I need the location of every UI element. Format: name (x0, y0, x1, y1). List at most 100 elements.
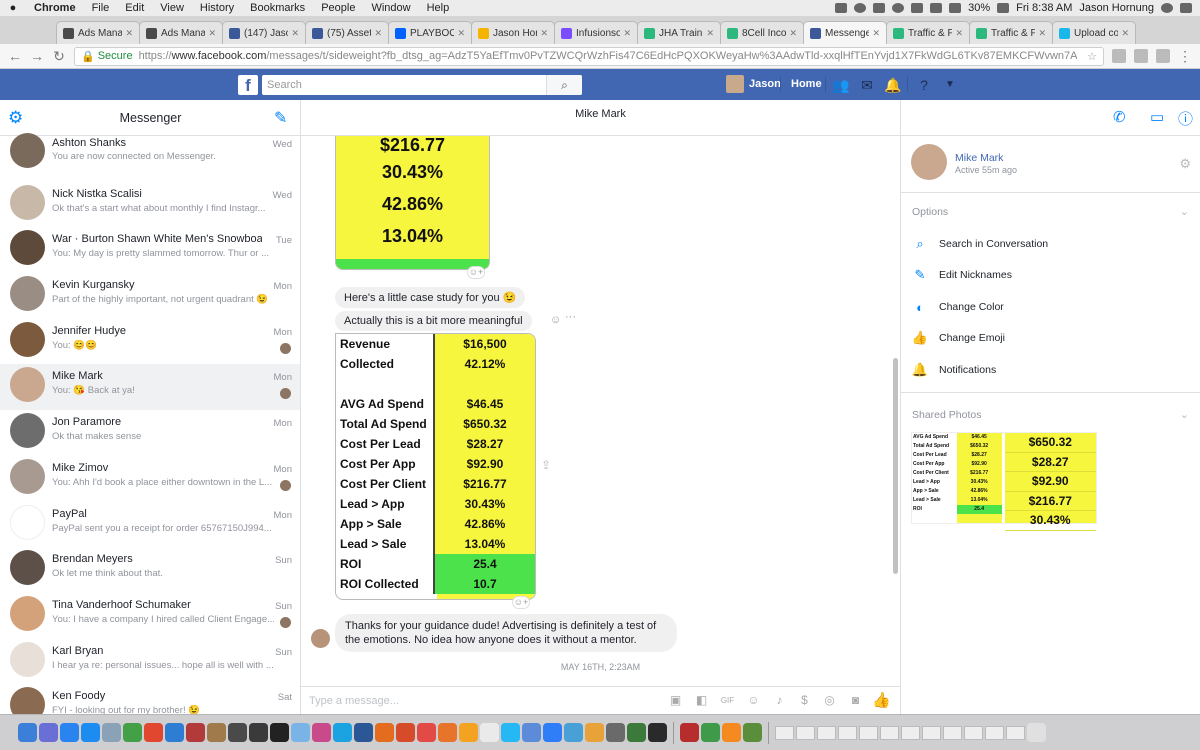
close-icon[interactable]: ✕ (457, 28, 465, 39)
dock-app-icon[interactable] (81, 723, 100, 742)
message-bubble[interactable]: Thanks for your guidance dude! Advertisi… (335, 614, 677, 652)
option-change-color[interactable]: ◐ Change Color (911, 297, 1004, 317)
extension-icon[interactable] (1134, 49, 1148, 63)
share-icon[interactable]: ⇪ (541, 458, 551, 472)
dock-app-icon[interactable] (39, 723, 58, 742)
tab-traffic-fu[interactable]: Traffic & Fu✕ (969, 21, 1053, 44)
chat-scrollbar[interactable] (893, 358, 898, 574)
menu-history[interactable]: History (192, 2, 242, 14)
dock-app-icon[interactable] (60, 723, 79, 742)
dock-app-icon[interactable] (186, 723, 205, 742)
close-icon[interactable]: ✕ (623, 28, 631, 39)
close-icon[interactable]: ✕ (706, 28, 714, 39)
clock-text[interactable]: Fri 8:38 AM (1016, 2, 1072, 14)
conversation-item[interactable]: Karl Bryan I hear ya re: personal issues.… (0, 639, 300, 685)
more-options-icon[interactable]: ··· (565, 311, 576, 323)
payment-icon[interactable]: $ (796, 692, 813, 709)
conversation-item[interactable]: Ken Foody FYI - looking out for my brothe… (0, 684, 300, 714)
search-icon[interactable]: ⌕ (546, 75, 582, 95)
dock-window-thumbnail[interactable] (922, 725, 941, 740)
gif-icon[interactable]: GIF (719, 692, 736, 709)
dock-app-icon[interactable] (18, 723, 37, 742)
dock-app-icon[interactable] (543, 723, 562, 742)
dock-window-thumbnail[interactable] (775, 725, 794, 740)
tab-upload-con[interactable]: Upload con✕ (1052, 21, 1136, 44)
close-icon[interactable]: ✕ (125, 28, 133, 39)
bookmark-star-icon[interactable]: ☆ (1081, 50, 1097, 63)
tab-ads-manag[interactable]: Ads Manag✕ (56, 21, 140, 44)
extension-icon[interactable] (1112, 49, 1126, 63)
dock-app-icon[interactable] (606, 723, 625, 742)
account-menu-chevron-down-icon[interactable]: ▼ (941, 76, 959, 94)
thumbs-up-icon[interactable]: 👍 (872, 692, 891, 709)
facebook-logo-icon[interactable]: f (238, 75, 258, 95)
message-bubble[interactable]: Actually this is a bit more meaningful (335, 311, 532, 331)
menu-help[interactable]: Help (419, 2, 458, 14)
dock-app-icon[interactable] (722, 723, 741, 742)
conversation-item[interactable]: Ashton Shanks You are now connected on Me… (0, 133, 300, 182)
dock-app-icon[interactable] (249, 723, 268, 742)
chevron-down-icon[interactable]: ⌄ (1180, 205, 1189, 218)
dock-app-icon[interactable] (228, 723, 247, 742)
tab-ads-manag[interactable]: Ads Manag✕ (139, 21, 223, 44)
tab-8cell-incon[interactable]: 8Cell Incon✕ (720, 21, 804, 44)
dock-window-thumbnail[interactable] (1006, 725, 1025, 740)
evernote-icon[interactable] (873, 3, 886, 13)
conversation-item[interactable]: Mike Zimov You: Ahh I'd book a place eith… (0, 456, 300, 502)
shared-spreadsheet-image[interactable]: Revenue $16,500 Collected 42.12% AVG Ad Spen… (335, 333, 536, 600)
tab--147-jason[interactable]: (147) Jason✕ (222, 21, 306, 44)
dock-app-icon[interactable] (627, 723, 646, 742)
dock-app-icon[interactable] (680, 723, 699, 742)
tab-jha-trainin[interactable]: JHA Trainin✕ (637, 21, 721, 44)
dock-window-thumbnail[interactable] (796, 725, 815, 740)
contact-name[interactable]: Mike Mark (955, 152, 1003, 164)
tab-jason-horn[interactable]: Jason Horn✕ (471, 21, 555, 44)
friend-requests-icon[interactable]: 👥 (832, 76, 850, 94)
shared-image-metrics[interactable]: $216.77 30.43% 42.86% 13.04% (335, 136, 490, 270)
battery-icon[interactable] (997, 3, 1010, 13)
camera-icon[interactable]: ◙ (847, 692, 864, 709)
dock-app-icon[interactable] (333, 723, 352, 742)
bluetooth-icon[interactable] (930, 3, 943, 13)
dock-app-icon[interactable] (585, 723, 604, 742)
close-icon[interactable]: ✕ (374, 28, 382, 39)
dock-window-thumbnail[interactable] (859, 725, 878, 740)
option-notifications[interactable]: 🔔 Notifications (911, 360, 996, 380)
tab-playbook[interactable]: PLAYBOOK✕ (388, 21, 472, 44)
dock-app-icon[interactable] (144, 723, 163, 742)
info-icon[interactable]: ⓘ (1178, 108, 1193, 129)
volume-icon[interactable] (911, 3, 924, 13)
dock-app-icon[interactable] (165, 723, 184, 742)
dock-app-icon[interactable] (417, 723, 436, 742)
messenger-icon[interactable]: ✉ (858, 76, 876, 94)
profile-link[interactable]: Jason (726, 75, 781, 93)
dropbox-icon[interactable] (835, 3, 848, 13)
dock-app-icon[interactable] (375, 723, 394, 742)
dock-app-icon[interactable] (459, 723, 478, 742)
option-change-emoji[interactable]: 👍 Change Emoji (911, 328, 1005, 348)
emoji-icon[interactable]: ☺ (745, 692, 762, 709)
shared-photo-thumbnail[interactable]: AVG Ad Spend Total Ad Spend Cost Per Lead C… (911, 432, 1097, 531)
conversation-item[interactable]: PayPal PayPal sent you a receipt for orde… (0, 502, 300, 548)
facebook-search-input[interactable]: Search ⌕ (262, 75, 582, 95)
apple-icon[interactable]: ● (0, 2, 26, 14)
close-icon[interactable]: ✕ (1038, 28, 1046, 39)
conversation-item[interactable]: Mike Mark You: 😘 Back at ya! Mon (0, 364, 300, 411)
avatar[interactable] (911, 144, 947, 180)
dock-window-thumbnail[interactable] (964, 725, 983, 740)
menu-app[interactable]: Chrome (26, 2, 84, 14)
message-bubble[interactable]: Here's a little case study for you 😉 (335, 287, 526, 308)
tab-infusionsof[interactable]: Infusionsof ✕ (554, 21, 638, 44)
tab--75-asset[interactable]: (75) Asset ✕ (305, 21, 389, 44)
settings-gear-icon[interactable]: ⚙ (1179, 156, 1191, 172)
conversation-item[interactable]: Kevin Kurgansky Part of the highly import… (0, 273, 300, 319)
user-name[interactable]: Jason Hornung (1079, 2, 1154, 14)
dock-app-icon[interactable] (480, 723, 499, 742)
message-input[interactable] (309, 691, 639, 711)
dock-app-icon[interactable] (564, 723, 583, 742)
conversation-item[interactable]: War · Burton Shawn White Men's Snowboar.… (0, 227, 300, 273)
close-icon[interactable]: ✕ (1121, 28, 1129, 39)
tab-messenger[interactable]: Messenger✕ (803, 21, 887, 44)
conversation-item[interactable]: Jon Paramore Ok that makes sense Mon (0, 410, 300, 456)
game-controller-icon[interactable]: ◎ (821, 692, 838, 709)
